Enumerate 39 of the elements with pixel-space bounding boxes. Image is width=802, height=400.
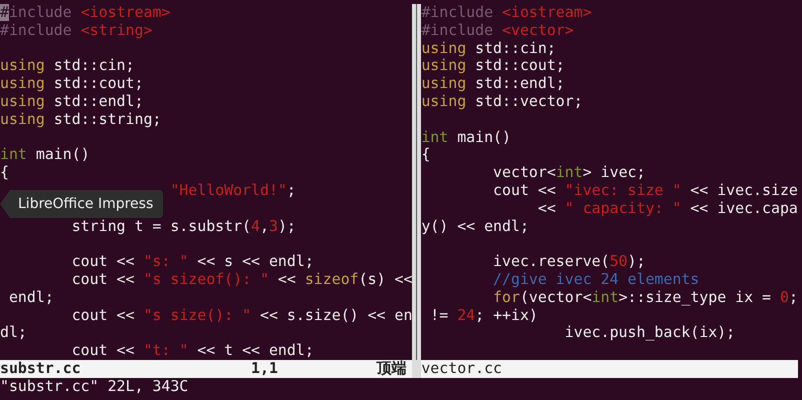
code-line: dl; [0,324,28,342]
code-line: cout << "s size(): " << s.size() << en [70,306,412,324]
code-line: ivec.reserve(50); [492,253,646,271]
code-line: using std::endl; [421,75,566,93]
code-line: using std::cout; [0,75,144,93]
code-line: string t = s.substr(4,3); [70,218,297,236]
code-line: #include <string> [0,22,154,40]
code-line: { [0,164,10,182]
code-line: cout << "t: " << t << endl; [70,342,315,360]
code-line: #include <iostream> [421,4,593,22]
file-name: substr.cc [0,360,82,378]
code-line: "HelloWorld!"; [169,182,297,200]
code-line: using std::cin; [0,57,136,76]
code-line: int main() [0,146,91,164]
code-line: using std::vector; [421,92,584,111]
code-line: y() << endl; [421,218,530,236]
code-line: endl; [8,288,55,307]
code-line: using std::endl; [0,92,144,111]
code-line: using std::cout; [421,57,566,76]
code-line: cout << "s sizeof(): " << sizeof(s) << [70,270,412,289]
code-line: vector<int> ivec; [492,164,646,182]
code-line: cout << "ivec: size " << ivec.size [492,182,798,200]
code-line: using std::cin; [421,40,557,58]
code-line: //give ivec 24 elements [492,270,700,289]
tooltip: LibreOffice Impress [0,190,164,218]
code-line: ivec.push_back(ix); [564,324,736,342]
code-line: != 24; ++ix) [429,306,539,324]
code-line: << " capacity: " << ivec.capa [536,200,798,218]
command-message: "substr.cc" 22L, 343C [0,376,188,395]
code-line: cout << "s: " << s << endl; [70,253,315,271]
code-line: { [421,146,432,164]
scroll-position: 顶端 [376,360,407,378]
cursor-position: 1,1 [251,360,279,378]
code-line: int main() [421,128,512,146]
file-name: vector.cc [421,360,504,378]
code-line: #include <vector> [421,22,575,40]
code-line: using std::string; [0,110,162,129]
code-line: for(vector<int>::size_type ix = 0; [492,288,798,307]
code-line: #include <iostream> [0,4,172,22]
